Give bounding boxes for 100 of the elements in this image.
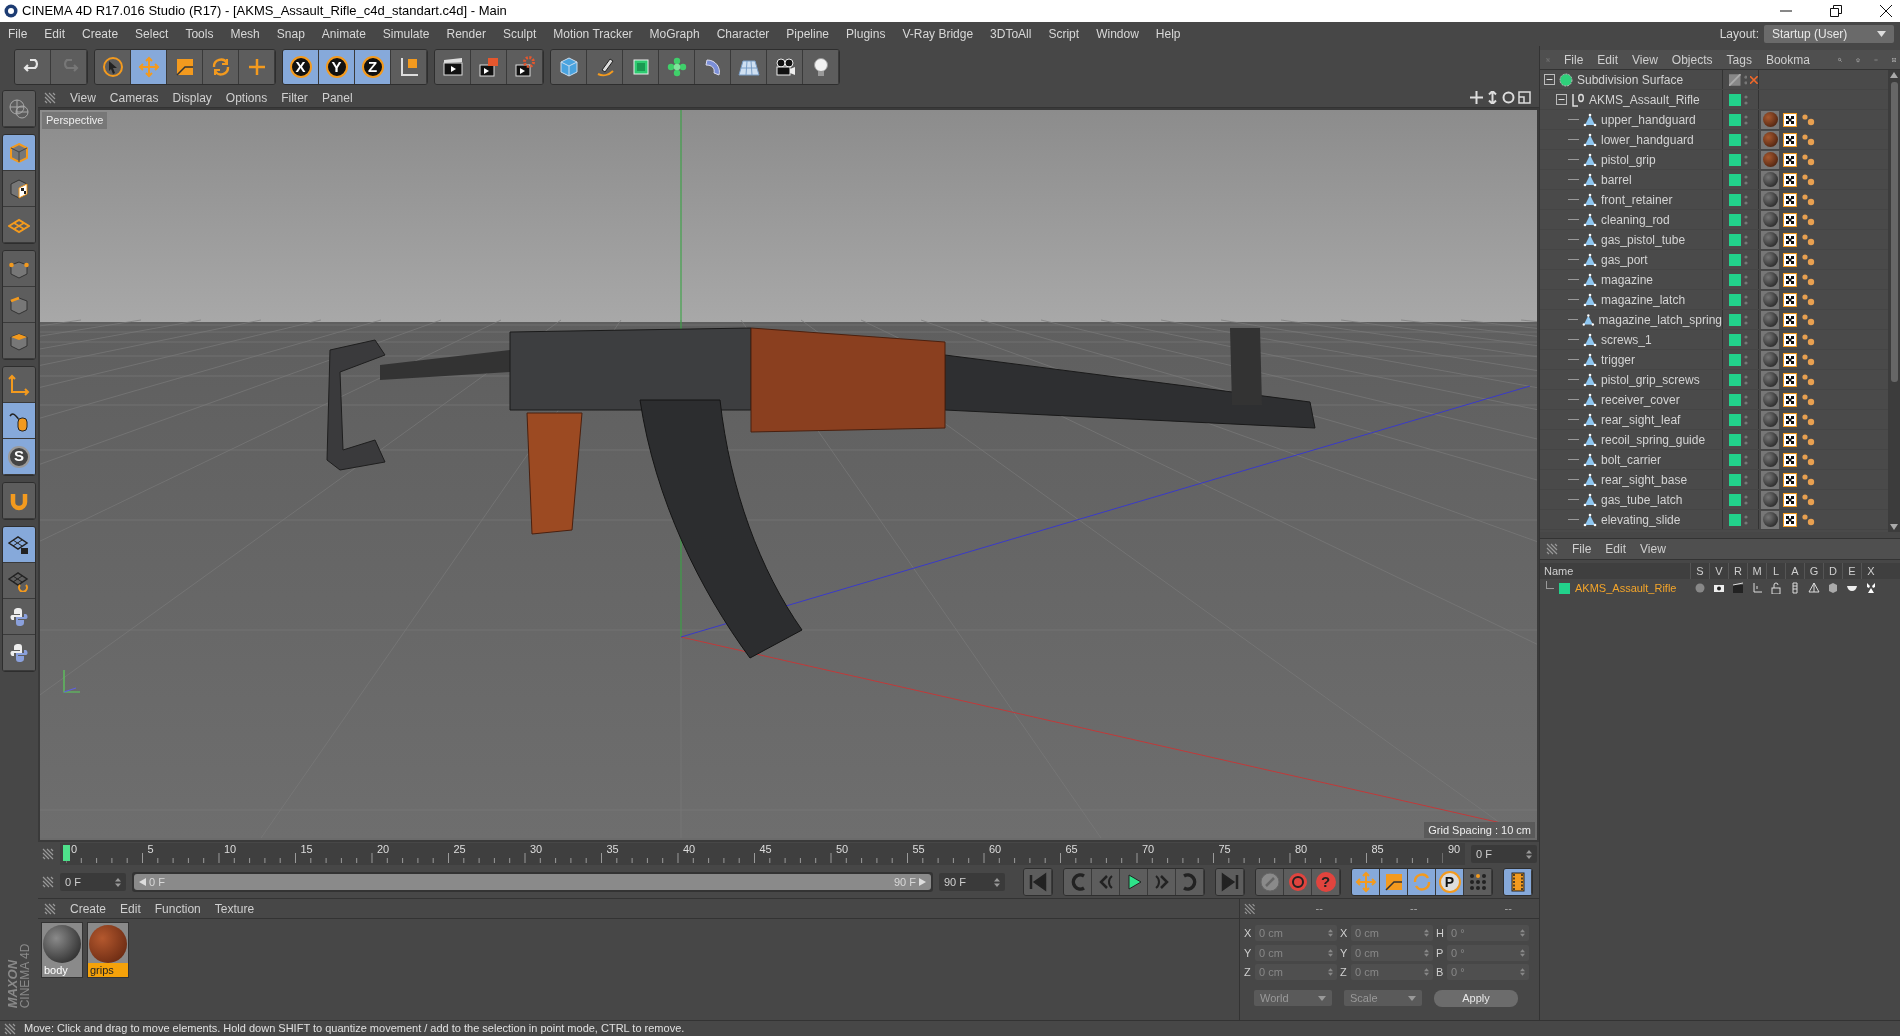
- layout-dropdown[interactable]: Startup (User): [1764, 25, 1894, 43]
- menu-item[interactable]: 3DToAll: [990, 25, 1032, 43]
- checker-tag-icon[interactable]: [1783, 392, 1797, 407]
- layer-name[interactable]: AKMS_Assault_Rifle: [1575, 579, 1677, 597]
- object-name[interactable]: bolt_carrier: [1601, 450, 1662, 469]
- phong-tag-icon[interactable]: [1801, 512, 1815, 527]
- menu-item[interactable]: Tags: [1726, 50, 1752, 69]
- object-name[interactable]: rear_sight_leaf: [1601, 410, 1681, 429]
- phong-tag-icon[interactable]: [1801, 472, 1815, 487]
- menu-item[interactable]: Animate: [321, 25, 366, 43]
- tool-button[interactable]: [551, 50, 587, 84]
- parameter-key-button[interactable]: P: [1436, 869, 1464, 895]
- menu-item[interactable]: Window: [1096, 25, 1139, 43]
- phong-tag-icon[interactable]: [1801, 432, 1815, 447]
- tool-button[interactable]: [3, 171, 35, 207]
- material-swatch[interactable]: body: [41, 922, 83, 978]
- menu-item[interactable]: V-Ray Bridge: [902, 25, 974, 43]
- object-name[interactable]: cleaning_rod: [1601, 210, 1670, 229]
- phong-tag-icon[interactable]: [1801, 112, 1815, 127]
- phong-tag-icon[interactable]: [1801, 412, 1815, 427]
- tool-button[interactable]: [95, 50, 131, 84]
- menu-item[interactable]: Mesh: [230, 25, 260, 43]
- checker-tag-icon[interactable]: [1783, 332, 1797, 347]
- menu-item[interactable]: Tools: [185, 25, 214, 43]
- apply-button[interactable]: Apply: [1434, 989, 1518, 1007]
- menu-item[interactable]: Motion Tracker: [553, 25, 633, 43]
- object-name[interactable]: upper_handguard: [1601, 110, 1696, 129]
- menu-item[interactable]: Create: [82, 25, 119, 43]
- menu-item[interactable]: Script: [1048, 25, 1080, 43]
- timeline-ruler[interactable]: 0 5 10 15 20 25 30 35 40 45 50 55 60 65 70 75 80 85 90: [60, 843, 1465, 865]
- help-button[interactable]: ?: [1312, 869, 1340, 895]
- object-name[interactable]: rear_sight_base: [1601, 470, 1688, 489]
- maximize-view-icon[interactable]: [1518, 91, 1531, 104]
- checker-tag-icon[interactable]: [1783, 412, 1797, 427]
- checker-tag-icon[interactable]: [1783, 132, 1797, 147]
- visibility-dots-icon[interactable]: [1744, 194, 1748, 205]
- snap-button[interactable]: S: [3, 439, 35, 475]
- tool-button[interactable]: [767, 50, 803, 84]
- visibility-dots-icon[interactable]: [1744, 114, 1748, 125]
- object-name[interactable]: pistol_grip_screws: [1601, 370, 1700, 389]
- visibility-dots-icon[interactable]: [1744, 354, 1748, 365]
- tool-button[interactable]: [623, 50, 659, 84]
- visibility-dots-icon[interactable]: [1744, 434, 1748, 445]
- object-name[interactable]: gas_port: [1601, 250, 1648, 269]
- collapse-icon[interactable]: [1556, 94, 1567, 105]
- menu-item[interactable]: Objects: [1671, 50, 1713, 69]
- phong-tag-icon[interactable]: [1801, 392, 1815, 407]
- visibility-dots-icon[interactable]: [1744, 394, 1748, 405]
- phong-tag-icon[interactable]: [1801, 152, 1815, 167]
- phong-tag-icon[interactable]: [1801, 352, 1815, 367]
- menu-item[interactable]: Simulate: [382, 25, 430, 43]
- menu-item[interactable]: Edit: [1605, 540, 1627, 558]
- checker-tag-icon[interactable]: [1783, 472, 1797, 487]
- visibility-dots-icon[interactable]: [1744, 374, 1748, 385]
- render-icon[interactable]: [1731, 582, 1744, 594]
- checker-tag-icon[interactable]: [1783, 152, 1797, 167]
- tool-button[interactable]: [1120, 869, 1148, 895]
- checker-tag-icon[interactable]: [1783, 232, 1797, 247]
- phong-tag-icon[interactable]: [1801, 192, 1815, 207]
- menu-item[interactable]: Edit: [1597, 50, 1619, 69]
- object-name[interactable]: lower_handguard: [1601, 130, 1694, 149]
- axis-button[interactable]: X: [283, 50, 319, 84]
- tool-button[interactable]: [507, 50, 543, 84]
- phong-tag-icon[interactable]: [1801, 212, 1815, 227]
- object-name[interactable]: barrel: [1601, 170, 1632, 189]
- menu-item[interactable]: Pipeline: [786, 25, 830, 43]
- phong-tag-icon[interactable]: [1801, 492, 1815, 507]
- menu-item[interactable]: View: [1640, 540, 1666, 558]
- visibility-dots-icon[interactable]: [1744, 94, 1748, 105]
- rotate-view-icon[interactable]: [1502, 91, 1515, 104]
- menu-item[interactable]: Filter: [281, 88, 308, 107]
- phong-tag-icon[interactable]: [1801, 312, 1815, 327]
- solo-dot-icon[interactable]: [1693, 582, 1706, 594]
- object-name[interactable]: Subdivision Surface: [1577, 70, 1684, 89]
- object-name[interactable]: magazine: [1601, 270, 1654, 289]
- menu-item[interactable]: Display: [172, 88, 212, 107]
- menu-item[interactable]: Edit: [44, 25, 66, 43]
- phong-tag-icon[interactable]: [1801, 172, 1815, 187]
- menu-item[interactable]: Texture: [214, 899, 255, 918]
- xref-icon[interactable]: [1864, 582, 1877, 594]
- visibility-dots-icon[interactable]: [1744, 514, 1748, 525]
- object-name[interactable]: recoil_spring_guide: [1601, 430, 1706, 449]
- phong-tag-icon[interactable]: [1801, 132, 1815, 147]
- menu-item[interactable]: Panel: [321, 88, 353, 107]
- visibility-dots-icon[interactable]: [1744, 174, 1748, 185]
- generator-icon[interactable]: [1807, 582, 1820, 594]
- menu-item[interactable]: Select: [135, 25, 169, 43]
- menu-item[interactable]: File: [1564, 50, 1584, 69]
- tool-button[interactable]: [435, 50, 471, 84]
- menu-item[interactable]: Plugins: [846, 25, 886, 43]
- visibility-dots-icon[interactable]: [1744, 474, 1748, 485]
- zoom-view-icon[interactable]: [1486, 91, 1499, 104]
- menu-item[interactable]: Function: [154, 899, 201, 918]
- move-view-icon[interactable]: [1470, 91, 1483, 104]
- menu-item[interactable]: Snap: [276, 25, 305, 43]
- visibility-dots-icon[interactable]: [1744, 274, 1748, 285]
- tool-button[interactable]: [695, 50, 731, 84]
- scrollbar[interactable]: [1888, 70, 1900, 532]
- checker-tag-icon[interactable]: [1783, 292, 1797, 307]
- phong-tag-icon[interactable]: [1801, 332, 1815, 347]
